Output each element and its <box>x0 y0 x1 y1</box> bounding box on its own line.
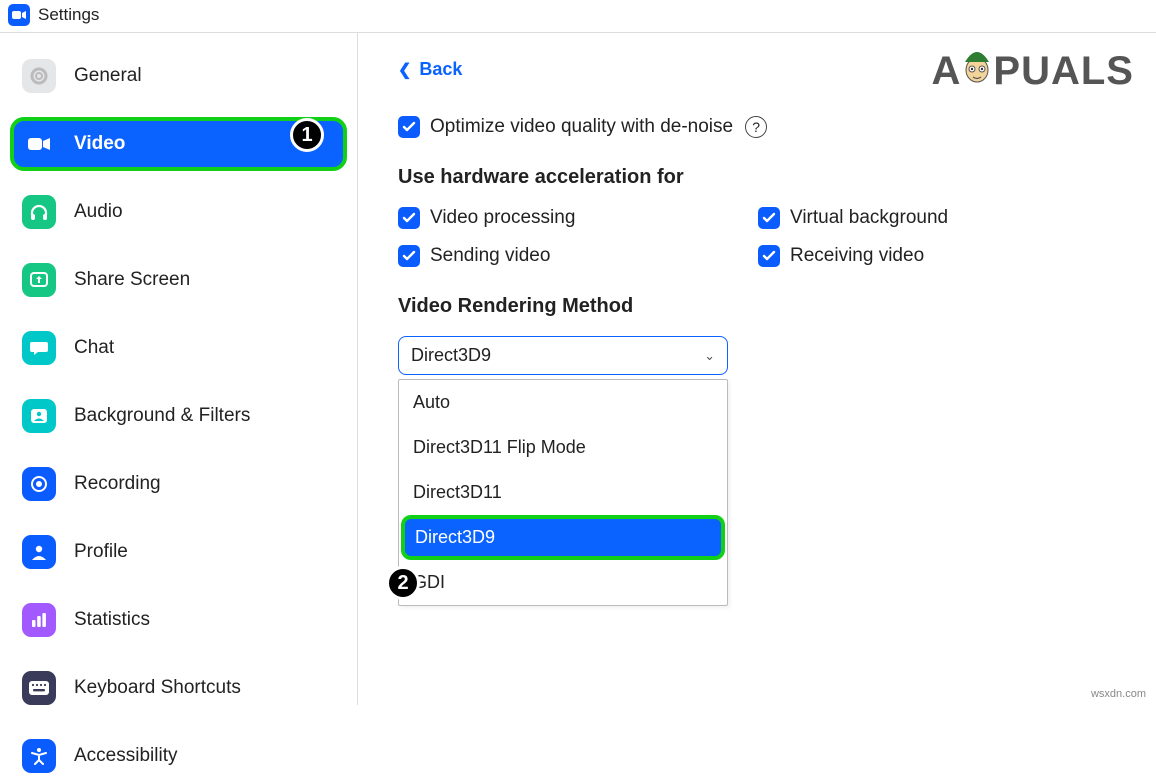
render-method-value: Direct3D9 <box>411 345 491 366</box>
optimize-label: Optimize video quality with de-noise <box>430 116 733 138</box>
headphones-icon <box>22 195 56 229</box>
sidebar-item-general[interactable]: General <box>10 49 347 103</box>
zoom-icon <box>8 4 30 26</box>
sidebar-item-share-screen[interactable]: Share Screen <box>10 253 347 307</box>
checkbox-video-processing[interactable] <box>398 207 420 229</box>
profile-icon <box>22 535 56 569</box>
record-icon <box>22 467 56 501</box>
keyboard-icon <box>22 671 56 705</box>
checkbox-optimize-denoise[interactable] <box>398 116 420 138</box>
watermark-right: PUALS <box>993 49 1134 94</box>
sidebar-item-label: Statistics <box>74 609 150 631</box>
sidebar-item-audio[interactable]: Audio <box>10 185 347 239</box>
render-method-select[interactable]: Direct3D9 ⌄ <box>398 336 728 375</box>
back-label: Back <box>419 59 462 80</box>
sidebar-item-label: Audio <box>74 201 123 223</box>
sidebar-item-label: Recording <box>74 473 161 495</box>
render-method-dropdown: Auto Direct3D11 Flip Mode Direct3D11 Dir… <box>398 379 728 606</box>
render-method-title: Video Rendering Method <box>398 295 1116 318</box>
chevron-down-icon: ⌄ <box>704 348 715 364</box>
sidebar-item-label: Video <box>74 133 125 155</box>
window-title: Settings <box>38 5 99 25</box>
video-icon <box>22 127 56 161</box>
sidebar-item-label: General <box>74 65 142 87</box>
dropdown-option-d3d9[interactable]: Direct3D9 <box>401 515 725 560</box>
sidebar-item-statistics[interactable]: Statistics <box>10 593 347 647</box>
checkbox-receiving-video[interactable] <box>758 245 780 267</box>
checkbox-virtual-background[interactable] <box>758 207 780 229</box>
sidebar-item-label: Accessibility <box>74 745 177 767</box>
settings-content: ❮ Back Optimize video quality with de-no… <box>358 33 1156 705</box>
accessibility-icon <box>22 739 56 773</box>
sidebar-item-profile[interactable]: Profile <box>10 525 347 579</box>
sidebar-item-keyboard-shortcuts[interactable]: Keyboard Shortcuts <box>10 661 347 715</box>
hw-accel-title: Use hardware acceleration for <box>398 166 1116 189</box>
sidebar-item-label: Keyboard Shortcuts <box>74 677 241 699</box>
annotation-badge-2: 2 <box>386 566 420 600</box>
hw-video-processing-label: Video processing <box>430 207 575 229</box>
sidebar-item-label: Profile <box>74 541 128 563</box>
sidebar-item-chat[interactable]: Chat <box>10 321 347 375</box>
stats-icon <box>22 603 56 637</box>
sidebar-item-accessibility[interactable]: Accessibility <box>10 729 347 783</box>
source-label: wsxdn.com <box>1091 688 1146 700</box>
hw-virtual-background-label: Virtual background <box>790 207 948 229</box>
background-icon <box>22 399 56 433</box>
sidebar-item-label: Background & Filters <box>74 405 250 427</box>
watermark-mascot-icon <box>957 44 997 98</box>
share-screen-icon <box>22 263 56 297</box>
sidebar-item-label: Chat <box>74 337 114 359</box>
sidebar-item-background-filters[interactable]: Background & Filters <box>10 389 347 443</box>
hw-receiving-video-label: Receiving video <box>790 245 924 267</box>
help-icon[interactable]: ? <box>745 116 767 138</box>
sidebar-item-recording[interactable]: Recording <box>10 457 347 511</box>
appuals-watermark: A PUALS <box>932 44 1134 98</box>
checkbox-sending-video[interactable] <box>398 245 420 267</box>
chat-icon <box>22 331 56 365</box>
annotation-badge-1: 1 <box>290 118 324 152</box>
sidebar-item-label: Share Screen <box>74 269 190 291</box>
dropdown-option-d3d11-flip[interactable]: Direct3D11 Flip Mode <box>399 425 727 470</box>
hw-sending-video-label: Sending video <box>430 245 550 267</box>
dropdown-option-auto[interactable]: Auto <box>399 380 727 425</box>
window-titlebar: Settings <box>0 0 1156 33</box>
dropdown-option-d3d11[interactable]: Direct3D11 <box>399 470 727 515</box>
dropdown-option-gdi[interactable]: GDI <box>399 560 727 605</box>
gear-icon <box>22 59 56 93</box>
chevron-left-icon: ❮ <box>398 60 411 80</box>
